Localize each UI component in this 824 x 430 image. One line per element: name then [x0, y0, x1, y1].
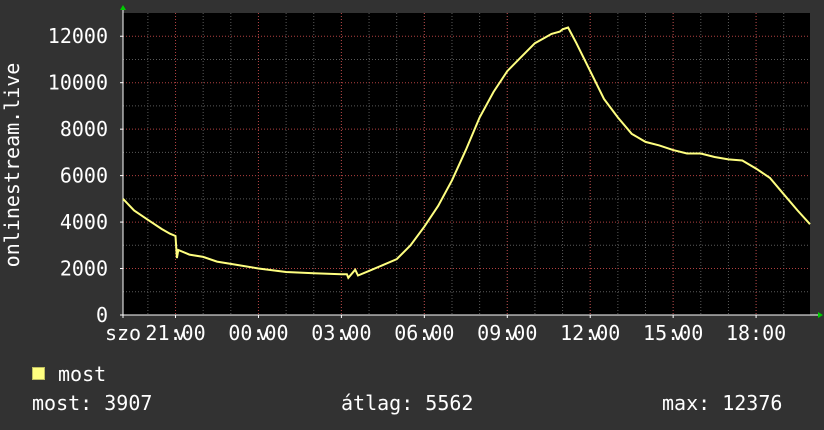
x-day-marker: v	[423, 321, 435, 345]
legend-label: most	[58, 362, 107, 386]
y-tick-label: 6000	[60, 164, 108, 188]
y-tick-label: 10000	[48, 71, 108, 95]
stat-current: most: 3907	[32, 391, 153, 415]
y-axis-label: onlinestream.live	[0, 63, 24, 268]
y-tick-label: 4000	[60, 210, 108, 234]
x-day-marker: v	[340, 321, 352, 345]
y-tick-label: 2000	[60, 257, 108, 281]
legend-swatch	[32, 367, 45, 380]
x-day-marker: v	[589, 321, 601, 345]
y-tick-label: 8000	[60, 117, 108, 141]
x-day-marker: v	[672, 321, 684, 345]
y-tick-label: 12000	[48, 24, 108, 48]
x-tick-label: szo	[105, 321, 141, 345]
x-day-marker: v	[506, 321, 518, 345]
chart: 020004000600080001000012000szo 21:00 00:00…	[0, 5, 823, 345]
y-axis-arrow	[120, 5, 126, 10]
x-tick-label: 18:00	[726, 321, 786, 345]
stat-max: max: 12376	[662, 391, 783, 415]
plot-background	[123, 13, 810, 315]
x-axis-arrow	[818, 312, 823, 318]
stat-average: átlag: 5562	[341, 391, 474, 415]
x-day-marker: v	[174, 321, 186, 345]
x-day-marker: v	[257, 321, 269, 345]
